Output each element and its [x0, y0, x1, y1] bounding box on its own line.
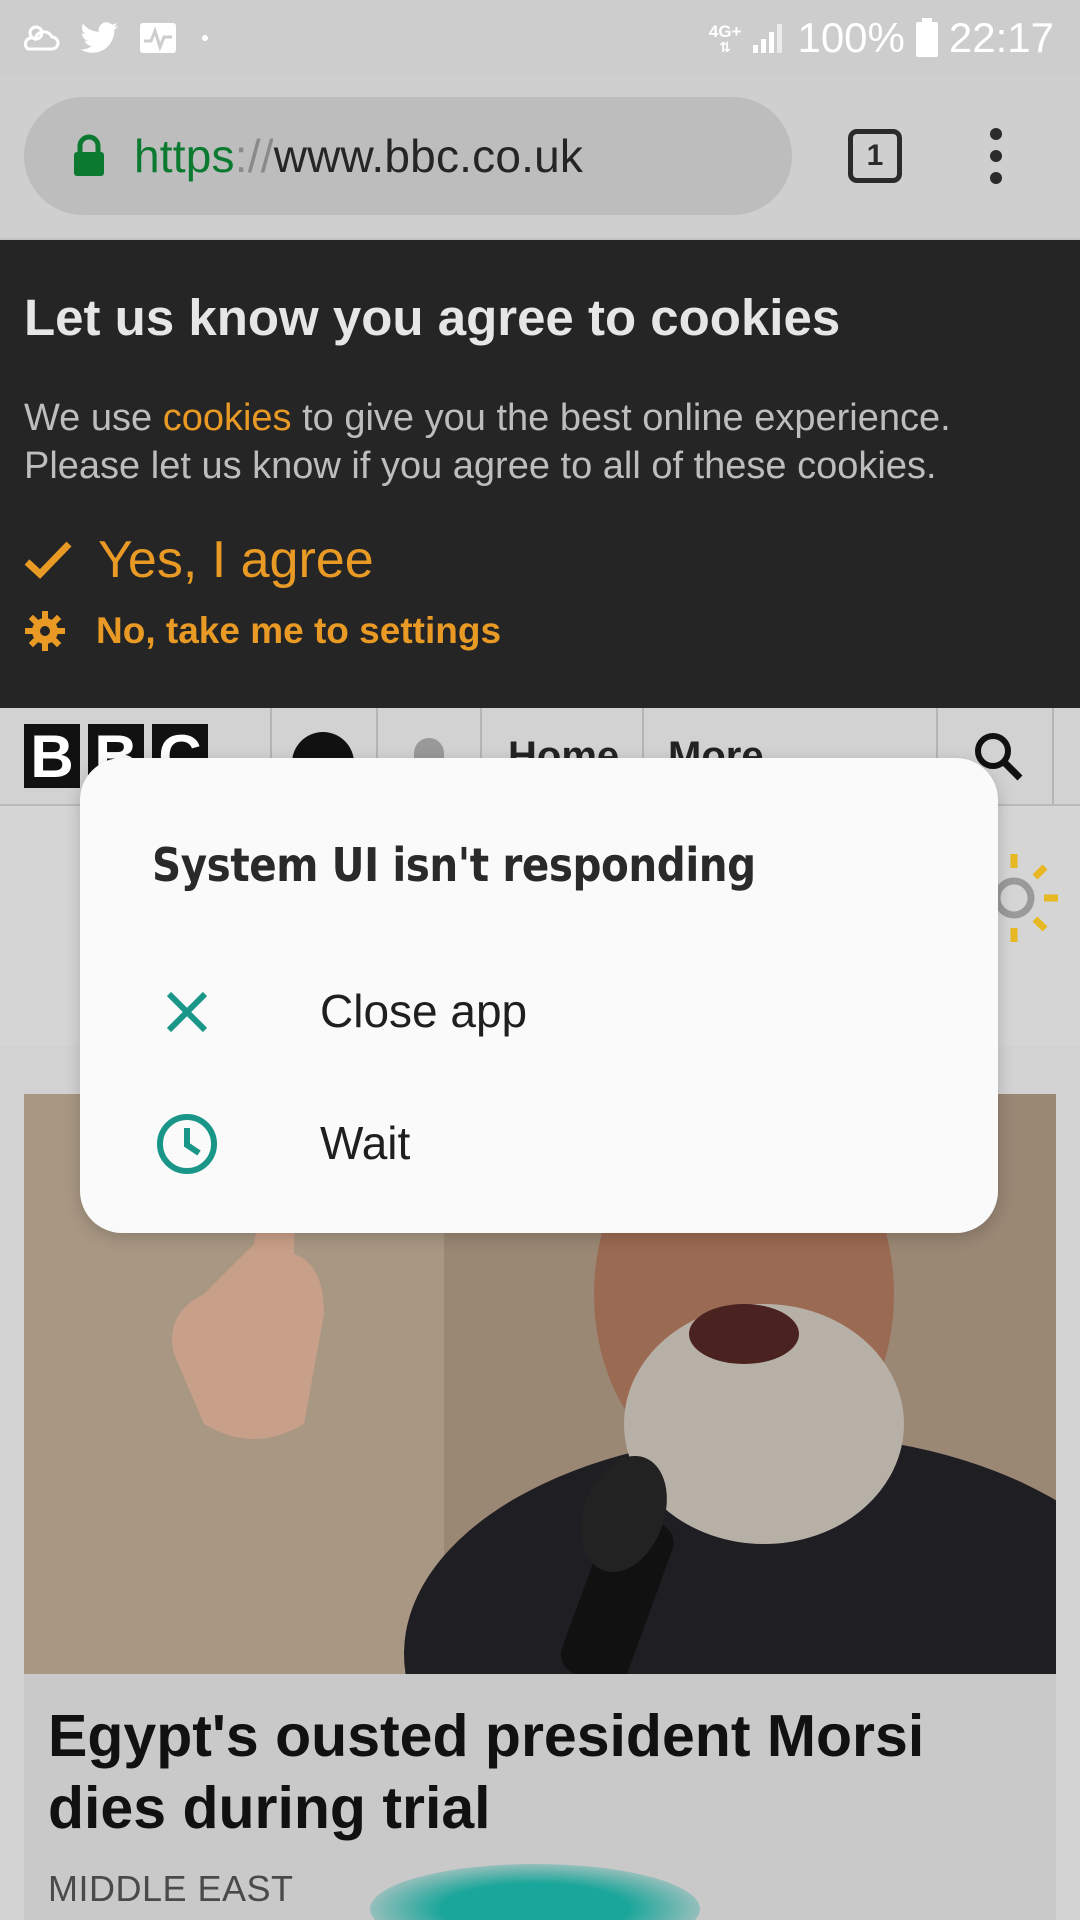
battery-icon [915, 18, 938, 57]
url-separator: :// [234, 130, 274, 182]
close-app-button[interactable]: Close app [80, 952, 998, 1072]
anr-dialog: System UI isn't responding Close app Wai… [80, 758, 998, 1233]
wait-label: Wait [320, 1117, 411, 1169]
settings-label: No, take me to settings [96, 610, 502, 651]
article-section-label[interactable]: MIDDLE EAST [48, 1868, 294, 1910]
bbc-logo-letter: B [24, 724, 80, 790]
menu-dot [990, 150, 1002, 162]
menu-dot [990, 128, 1002, 140]
agree-label: Yes, I agree [98, 531, 374, 589]
network-type: 4G+ ⇅ [708, 22, 742, 55]
settings-button[interactable]: No, take me to settings [24, 610, 501, 652]
url-scheme: https [134, 130, 235, 182]
gear-icon [25, 611, 65, 651]
overflow-menu-button[interactable] [984, 128, 1008, 184]
cookies-link[interactable]: cookies [163, 397, 292, 439]
clock-icon [157, 1114, 217, 1174]
agree-button[interactable]: Yes, I agree [24, 530, 374, 590]
cookie-title: Let us know you agree to cookies [24, 289, 841, 346]
signal-icon [753, 24, 783, 53]
article-headline[interactable]: Egypt's ousted president Morsi dies duri… [48, 1700, 1038, 1844]
status-bar: 4G+ ⇅ 100% 22:17 [0, 0, 1080, 76]
wait-button[interactable]: Wait [80, 1084, 998, 1204]
battery-percentage: 100% [797, 14, 905, 61]
cookie-banner: Let us know you agree to cookies We use … [0, 240, 1080, 708]
data-arrows-icon: ⇅ [719, 39, 732, 55]
status-right-icons: 4G+ ⇅ 100% 22:17 [709, 10, 1054, 66]
close-icon [166, 991, 208, 1033]
activity-icon [140, 23, 176, 53]
lock-icon [74, 134, 104, 176]
dialog-title: System UI isn't responding [152, 838, 756, 892]
twitter-icon [80, 22, 118, 53]
cookie-text: We use cookies to give you the best onli… [24, 394, 1054, 490]
close-app-label: Close app [320, 985, 528, 1037]
browser-toolbar: https://www.bbc.co.uk 1 [0, 76, 1080, 240]
menu-dot [990, 172, 1002, 184]
nav-divider [1052, 708, 1054, 804]
tab-switcher-button[interactable]: 1 [848, 129, 902, 183]
url-bar[interactable]: https://www.bbc.co.uk [24, 97, 792, 215]
url-text[interactable]: https://www.bbc.co.uk [134, 129, 583, 183]
cookie-text-start: We use [24, 397, 163, 439]
weather-cloud-icon [23, 25, 60, 51]
notification-dot-icon [202, 35, 208, 41]
status-left-icons [22, 18, 208, 58]
status-time: 22:17 [948, 14, 1054, 61]
checkmark-icon [24, 541, 72, 579]
url-host: www.bbc.co.uk [273, 130, 584, 182]
